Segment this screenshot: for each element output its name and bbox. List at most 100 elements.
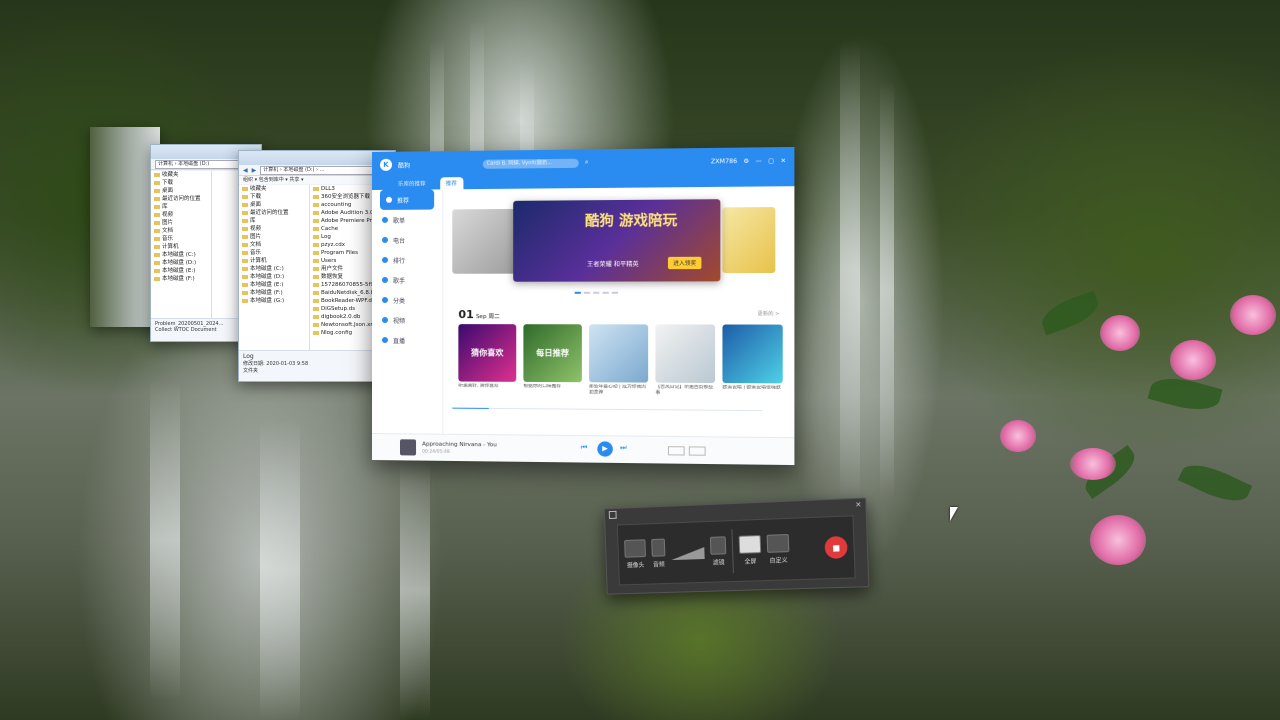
nav-item[interactable]: 下载 — [239, 193, 309, 201]
playlist-button[interactable] — [689, 446, 706, 455]
leaf — [1178, 456, 1252, 509]
kugou-music-window[interactable]: K 酷狗 Cardi B, 阿肆, Vynlt(酸奶... ⌕ ZXM786 ⚙… — [372, 147, 794, 465]
settings-icon[interactable]: ⚙ — [743, 157, 749, 164]
folder-icon — [313, 219, 319, 223]
banner-slide-right[interactable] — [722, 207, 775, 273]
nav-item[interactable]: 音乐 — [151, 235, 211, 243]
sidebar-item[interactable]: 歌单 — [372, 209, 442, 230]
banner-carousel[interactable]: 酷狗 游戏陪玩 王者荣耀 和平精英 进入领奖 — [452, 199, 775, 282]
search-input[interactable]: Cardi B, 阿肆, Vynlt(酸奶... — [483, 158, 579, 168]
nav-item[interactable]: 本地磁盘 (E:) — [151, 267, 211, 275]
daily-more-link[interactable]: 更新的 > — [758, 310, 780, 317]
kugou-logo-icon: K — [380, 159, 392, 171]
nav-item[interactable]: 最近访问的位置 — [239, 209, 309, 217]
sidebar-item[interactable]: 视频 — [372, 310, 442, 330]
carousel-dot[interactable] — [593, 292, 599, 294]
close-icon[interactable]: ✕ — [855, 501, 861, 509]
recommend-card[interactable]: 猜你喜欢 听遍喜好, 猜你喜欢 — [458, 324, 516, 396]
album-thumbnail[interactable] — [400, 439, 416, 455]
sidebar-item[interactable]: 排行 — [372, 250, 442, 270]
nav-item[interactable]: 本地磁盘 (F:) — [151, 275, 211, 283]
lyrics-button[interactable] — [668, 446, 685, 455]
banner-cta-button[interactable]: 进入领奖 — [668, 257, 702, 269]
nav-item[interactable]: 收藏夹 — [239, 185, 309, 193]
recommend-card[interactable]: 每日推荐 根据你的口味推荐 — [523, 324, 581, 396]
nav-item[interactable]: 收藏夹 — [151, 171, 211, 179]
folder-icon — [242, 283, 248, 287]
carousel-dot[interactable] — [612, 292, 618, 294]
waterfall-strand — [150, 380, 180, 700]
nav-item[interactable]: 本地磁盘 (E:) — [239, 281, 309, 289]
nav-item[interactable]: 计算机 — [239, 257, 309, 265]
sidebar-item[interactable]: 电台 — [372, 230, 442, 250]
custom-area-button[interactable]: 自定义 — [767, 534, 790, 565]
pin-icon[interactable] — [609, 511, 617, 519]
camera-button[interactable]: 摄像头 — [624, 539, 646, 569]
play-button[interactable]: ▶ — [597, 441, 613, 456]
tab-recommend[interactable]: 推荐 — [440, 177, 463, 189]
recommend-card[interactable]: 【古风日记】听遍古韵那些事 — [655, 324, 715, 397]
card-cover — [722, 324, 782, 383]
nav-item[interactable]: 计算机 — [151, 243, 211, 251]
sidebar-item[interactable]: 分类 — [372, 290, 442, 310]
item-label: 最近访问的位置 — [250, 210, 289, 216]
tab-library[interactable]: 乐库的推荐 — [392, 177, 432, 189]
nav-item[interactable]: 音乐 — [239, 249, 309, 257]
sidebar-item-label: 歌手 — [393, 275, 405, 284]
nav-item[interactable]: 图片 — [239, 233, 309, 241]
item-label: 本地磁盘 (E:) — [250, 282, 283, 288]
nav-item[interactable]: 本地磁盘 (G:) — [239, 297, 309, 305]
previous-icon[interactable]: ⏮ — [581, 443, 588, 452]
close-icon[interactable]: ✕ — [781, 157, 786, 164]
sidebar-item[interactable]: 歌手 — [372, 270, 442, 290]
search-icon[interactable]: ⌕ — [585, 159, 588, 167]
user-name[interactable]: ZXM786 — [711, 157, 737, 164]
carousel-dot[interactable] — [603, 292, 609, 294]
nav-item[interactable]: 视频 — [151, 211, 211, 219]
nav-item[interactable]: 最近访问的位置 — [151, 195, 211, 203]
nav-item[interactable]: 本地磁盘 (F:) — [239, 289, 309, 297]
banner-slide-main[interactable]: 酷狗 游戏陪玩 王者荣耀 和平精英 进入领奖 — [513, 199, 720, 282]
item-label: 计算机 — [162, 244, 179, 250]
back-icon[interactable]: ◀ — [243, 167, 248, 174]
volume-slider[interactable] — [671, 543, 705, 562]
nav-icon — [382, 317, 388, 323]
screen-recorder-toolbar[interactable]: ✕ 摄像头 音频 滤镜 全屏 自定义 ■ — [604, 497, 870, 594]
filter-button[interactable]: 滤镜 — [710, 536, 727, 566]
carousel-dot[interactable] — [584, 292, 590, 294]
nav-item[interactable]: 文档 — [239, 241, 309, 249]
record-button[interactable]: ■ — [824, 536, 847, 559]
nav-item[interactable]: 本地磁盘 (C:) — [239, 265, 309, 273]
nav-item[interactable]: 桌面 — [239, 201, 309, 209]
forward-icon[interactable]: ▶ — [252, 167, 257, 174]
folder-icon — [313, 227, 319, 231]
nav-icon — [382, 337, 388, 343]
carousel-dot[interactable] — [575, 292, 581, 294]
folder-icon — [154, 181, 160, 185]
nav-item[interactable]: 桌面 — [151, 187, 211, 195]
microphone-button[interactable]: 音频 — [651, 539, 666, 569]
sidebar-item[interactable]: 推荐 — [380, 189, 434, 210]
nav-item[interactable]: 库 — [239, 217, 309, 225]
next-icon[interactable]: ⏭ — [620, 444, 627, 453]
microphone-icon — [651, 539, 665, 557]
item-label: DiGSetup.ds — [321, 306, 355, 312]
fullscreen-button[interactable]: 全屏 — [739, 535, 762, 566]
recommend-card[interactable]: 欧美说唱 | 欧美说唱很嗨歌 — [722, 324, 782, 397]
navigation-pane: 收藏夹 下载 桌面 最近访问的位置库视频 图片 文档 音乐 计算机 本地磁盘 (C:) 本地磁盘 … — [239, 185, 310, 355]
item-label: 本地磁盘 (F:) — [162, 276, 195, 282]
nav-item[interactable]: 图片 — [151, 219, 211, 227]
minimize-icon[interactable]: — — [755, 157, 761, 164]
nav-item[interactable]: 本地磁盘 (D:) — [151, 259, 211, 267]
maximize-icon[interactable]: ▢ — [768, 157, 774, 164]
sidebar-item[interactable]: 直播 — [372, 330, 442, 350]
nav-item[interactable]: 库 — [151, 203, 211, 211]
nav-item[interactable]: 文档 — [151, 227, 211, 235]
nav-item[interactable]: 视频 — [239, 225, 309, 233]
nav-item[interactable]: 本地磁盘 (C:) — [151, 251, 211, 259]
nav-item[interactable]: 下载 — [151, 179, 211, 187]
nav-item[interactable]: 本地磁盘 (D:) — [239, 273, 309, 281]
song-title[interactable]: Approaching Nirvana - You — [422, 442, 497, 449]
folder-icon — [242, 187, 248, 191]
recommend-card[interactable]: 那些年最心动 | 成为你我的初恋神 — [589, 324, 648, 397]
